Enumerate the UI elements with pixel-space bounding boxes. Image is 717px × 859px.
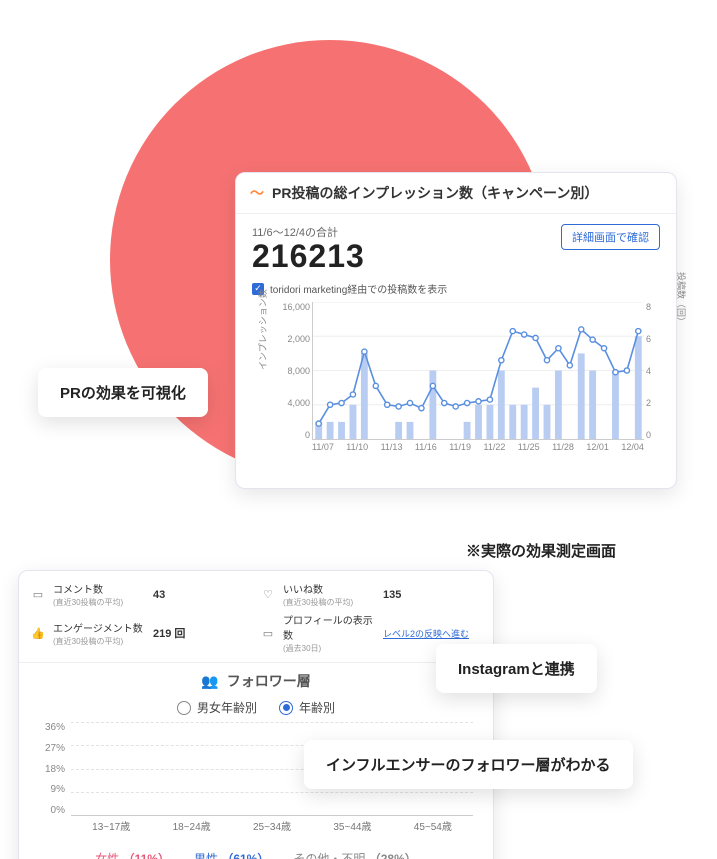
age-x-labels: 13~17歳18~24歳 25~34歳35~44歳 45~54歳 (71, 818, 473, 833)
left-axis-ticks: 16,000 2,000 8,000 4,000 0 (276, 302, 310, 440)
follower-card: ▭ コメント数(直近30投稿の平均) 43 ♡ いいね数(直近30投稿の平均) … (18, 570, 494, 859)
impressions-title: PR投稿の総インプレッション数（キャンペーン別） (272, 183, 598, 203)
right-axis-ticks: 8 6 4 2 0 (646, 302, 660, 440)
right-axis-label: 投稿数（回） (675, 272, 688, 326)
stat-likes: ♡ いいね数(直近30投稿の平均) 135 (261, 581, 481, 608)
impressions-chart: インプレッション数 投稿数（回） 16,000 2,000 8,000 4,00… (252, 302, 660, 472)
radio-gender-age[interactable]: 男女年齢別 (177, 699, 257, 716)
x-axis-ticks: 11/0711/10 11/1311/16 11/1911/22 11/2511… (312, 442, 644, 452)
bubble-follower-insight: インフルエンサーのフォロワー層がわかる (304, 740, 633, 789)
radio-age[interactable]: 年齢別 (279, 699, 335, 716)
bubble-pr-effect: PRの効果を可視化 (38, 368, 208, 417)
people-icon: 👥 (201, 673, 218, 690)
screenshot-caption: ※実際の効果測定画面 (466, 540, 616, 561)
left-axis-label: インプレッション数 (256, 289, 269, 370)
heart-icon: ♡ (261, 588, 275, 601)
detail-button[interactable]: 詳細画面で確認 (561, 224, 660, 250)
profile-icon: ▭ (261, 627, 275, 640)
stat-comments: ▭ コメント数(直近30投稿の平均) 43 (31, 581, 251, 608)
profile-link[interactable]: レベル2の反映へ進む (383, 627, 469, 640)
impressions-total: 216213 (252, 238, 365, 275)
impressions-card: 〜 PR投稿の総インプレッション数（キャンペーン別） 11/6～12/4の合計 … (235, 172, 677, 489)
impressions-card-header: 〜 PR投稿の総インプレッション数（キャンペーン別） (236, 173, 676, 214)
age-y-ticks: 36%27% 18%9% 0% (35, 722, 65, 816)
bubble-instagram: Instagramと連携 (436, 644, 597, 693)
gender-breakdown: 女性 （11%） 男性 （61%） その他・不明 （28%） (31, 850, 481, 859)
comment-icon: ▭ (31, 588, 45, 601)
checkbox-label: toridori marketing経由での投稿数を表示 (270, 281, 447, 296)
follower-section-title: 👥 フォロワー層 (31, 671, 481, 691)
stat-engagement: 👍 エンゲージメント数(直近30投稿の平均) 219 回 (31, 612, 251, 654)
thumb-icon: 👍 (31, 627, 45, 640)
growth-icon: 〜 (250, 183, 264, 203)
